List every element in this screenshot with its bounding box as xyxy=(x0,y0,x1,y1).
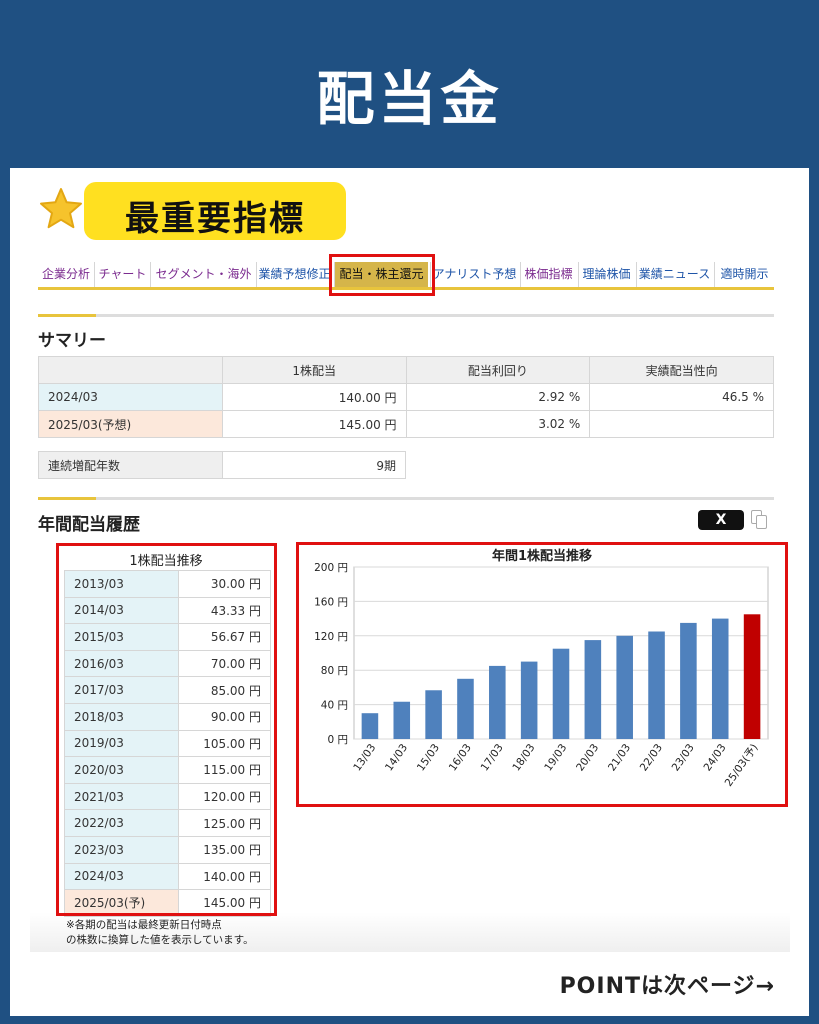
row-payout xyxy=(589,410,774,438)
section-divider xyxy=(38,497,774,500)
tab-forecast-revision[interactable]: 業績予想修正 xyxy=(256,262,332,287)
table-row: 連続増配年数 9期 xyxy=(38,451,406,479)
tab-segment[interactable]: セグメント・海外 xyxy=(150,262,256,287)
table-header-row: 1株配当 配当利回り 実績配当性向 xyxy=(38,356,774,384)
footnote: ※各期の配当は最終更新日付時点 の株数に換算した値を表示しています。 xyxy=(66,918,254,948)
star-icon xyxy=(40,188,82,229)
tab-disclosures[interactable]: 適時開示 xyxy=(714,262,774,287)
history-title: 年間配当履歴 xyxy=(38,515,140,535)
tab-highlight-box xyxy=(329,254,435,296)
history-table-highlight xyxy=(56,543,277,916)
tab-company-analysis[interactable]: 企業分析 xyxy=(38,262,94,287)
tab-stock-indicators[interactable]: 株価指標 xyxy=(520,262,576,287)
header-blank xyxy=(38,356,223,384)
row-dividend: 145.00 円 xyxy=(221,410,407,438)
footnote-line-2: の株数に換算した値を表示しています。 xyxy=(66,934,254,946)
tab-earnings-news[interactable]: 業績ニュース xyxy=(636,262,712,287)
row-period: 2024/03 xyxy=(38,383,223,411)
key-indicator-badge: 最重要指標 xyxy=(84,182,346,240)
streak-label: 連続増配年数 xyxy=(38,451,223,479)
summary-table: 1株配当 配当利回り 実績配当性向 2024/03 140.00 円 2.92 … xyxy=(38,356,774,438)
row-period: 2025/03(予想) xyxy=(38,410,223,438)
row-yield: 3.02 % xyxy=(405,410,591,438)
table-row: 2024/03 140.00 円 2.92 % 46.5 % xyxy=(38,383,774,411)
chart-highlight xyxy=(296,542,788,807)
footnote-line-1: ※各期の配当は最終更新日付時点 xyxy=(66,919,222,931)
table-row: 2025/03(予想) 145.00 円 3.02 % xyxy=(38,410,774,438)
tab-analyst-forecast[interactable]: アナリスト予想 xyxy=(430,262,518,287)
section-divider xyxy=(38,314,774,317)
copy-icon[interactable] xyxy=(751,510,767,530)
streak-table: 連続増配年数 9期 xyxy=(38,451,406,479)
page-title: 配当金 xyxy=(316,65,503,133)
tab-chart[interactable]: チャート xyxy=(94,262,150,287)
row-yield: 2.92 % xyxy=(405,383,591,411)
header-payout: 実績配当性向 xyxy=(589,356,774,384)
next-page-label: POINTは次ページ→ xyxy=(559,974,775,999)
row-dividend: 140.00 円 xyxy=(221,383,407,411)
streak-value: 9期 xyxy=(221,451,406,479)
header-yield: 配当利回り xyxy=(405,356,591,384)
header-dividend: 1株配当 xyxy=(221,356,407,384)
tab-theoretical-price[interactable]: 理論株価 xyxy=(578,262,634,287)
row-payout: 46.5 % xyxy=(589,383,774,411)
x-share-button[interactable]: X xyxy=(698,510,744,530)
badge-label: 最重要指標 xyxy=(125,199,305,239)
summary-title: サマリー xyxy=(38,331,106,351)
